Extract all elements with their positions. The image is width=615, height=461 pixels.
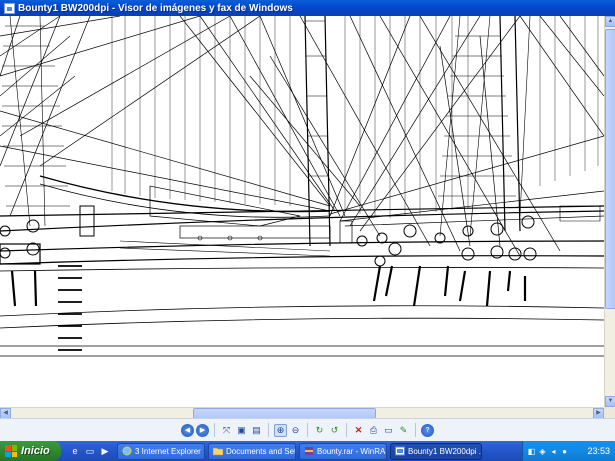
task-label: 3 Internet Explorer: [135, 446, 201, 456]
slideshow-icon[interactable]: ▤: [250, 424, 263, 437]
print-icon[interactable]: ⎙: [367, 424, 380, 437]
quick-launch-media-icon[interactable]: ▶: [99, 445, 111, 457]
start-label: Inicio: [21, 445, 50, 457]
edit-icon[interactable]: ✎: [397, 424, 410, 437]
horizontal-scrollbar[interactable]: ◀ ▶: [0, 407, 604, 419]
rotate-counterclockwise-icon[interactable]: ↺: [328, 424, 341, 437]
vertical-scroll-thumb[interactable]: [605, 29, 615, 309]
zoom-out-icon[interactable]: ⊖: [289, 424, 302, 437]
quick-launch: e ▭ ▶: [69, 445, 111, 457]
scroll-down-icon[interactable]: ▼: [605, 396, 615, 407]
ship-drawing-image: [0, 16, 604, 357]
volume-icon[interactable]: ◂: [549, 447, 558, 456]
vertical-scrollbar[interactable]: ▲ ▼: [604, 16, 615, 407]
windows-taskbar: Inicio e ▭ ▶ 3 Internet Explorer Documen…: [0, 441, 615, 461]
windows-flag-icon: [5, 445, 17, 457]
task-label: Documents and Set...: [226, 446, 296, 456]
winrar-icon: [305, 447, 313, 455]
zoom-in-icon[interactable]: ⊕: [274, 423, 287, 437]
task-documents-folder[interactable]: Documents and Set...: [208, 442, 296, 460]
toolbar-separator: [415, 423, 416, 437]
quick-launch-ie-icon[interactable]: e: [69, 445, 81, 457]
previous-image-icon[interactable]: ◀: [181, 423, 194, 437]
task-image-viewer[interactable]: Bounty1 BW200dpi ...: [390, 442, 482, 460]
window-titlebar[interactable]: Bounty1 BW200dpi - Visor de imágenes y f…: [0, 0, 615, 16]
window-title: Bounty1 BW200dpi - Visor de imágenes y f…: [18, 2, 293, 14]
image-viewer-app-icon: [4, 2, 15, 14]
task-label: Bounty.rar - WinRAR: [317, 446, 387, 456]
toolbar-separator: [268, 423, 269, 437]
rotate-clockwise-icon[interactable]: ↻: [313, 424, 326, 437]
security-icon[interactable]: ●: [560, 447, 569, 456]
task-winrar[interactable]: Bounty.rar - WinRAR: [299, 442, 387, 460]
toolbar-separator: [307, 423, 308, 437]
delete-icon[interactable]: ✕: [352, 424, 365, 437]
best-fit-icon[interactable]: ⤧: [220, 424, 233, 437]
network-icon[interactable]: ◧: [527, 447, 536, 456]
help-icon[interactable]: ?: [421, 423, 434, 437]
next-image-icon[interactable]: ▶: [196, 423, 209, 437]
system-tray: ◧ ◈ ◂ ● 23:53: [522, 441, 615, 461]
internet-explorer-icon: [122, 446, 132, 456]
scroll-up-icon[interactable]: ▲: [605, 16, 615, 27]
image-viewer-icon: [395, 446, 405, 456]
task-label: Bounty1 BW200dpi ...: [408, 446, 482, 456]
toolbar-separator: [346, 423, 347, 437]
copy-to-icon[interactable]: ▭: [382, 424, 395, 437]
actual-size-icon[interactable]: ▣: [235, 424, 248, 437]
image-viewport[interactable]: [0, 16, 604, 407]
clock: 23:53: [587, 446, 610, 456]
toolbar-separator: [214, 423, 215, 437]
shield-icon[interactable]: ◈: [538, 447, 547, 456]
scrollbar-corner: [604, 407, 615, 418]
viewer-toolbar: ◀ ▶ ⤧ ▣ ▤ ⊕ ⊖ ↻ ↺ ✕ ⎙ ▭ ✎ ?: [0, 418, 615, 441]
folder-icon: [213, 447, 223, 456]
quick-launch-desktop-icon[interactable]: ▭: [84, 445, 96, 457]
start-button[interactable]: Inicio: [0, 441, 61, 461]
task-internet-explorer[interactable]: 3 Internet Explorer: [117, 442, 205, 460]
